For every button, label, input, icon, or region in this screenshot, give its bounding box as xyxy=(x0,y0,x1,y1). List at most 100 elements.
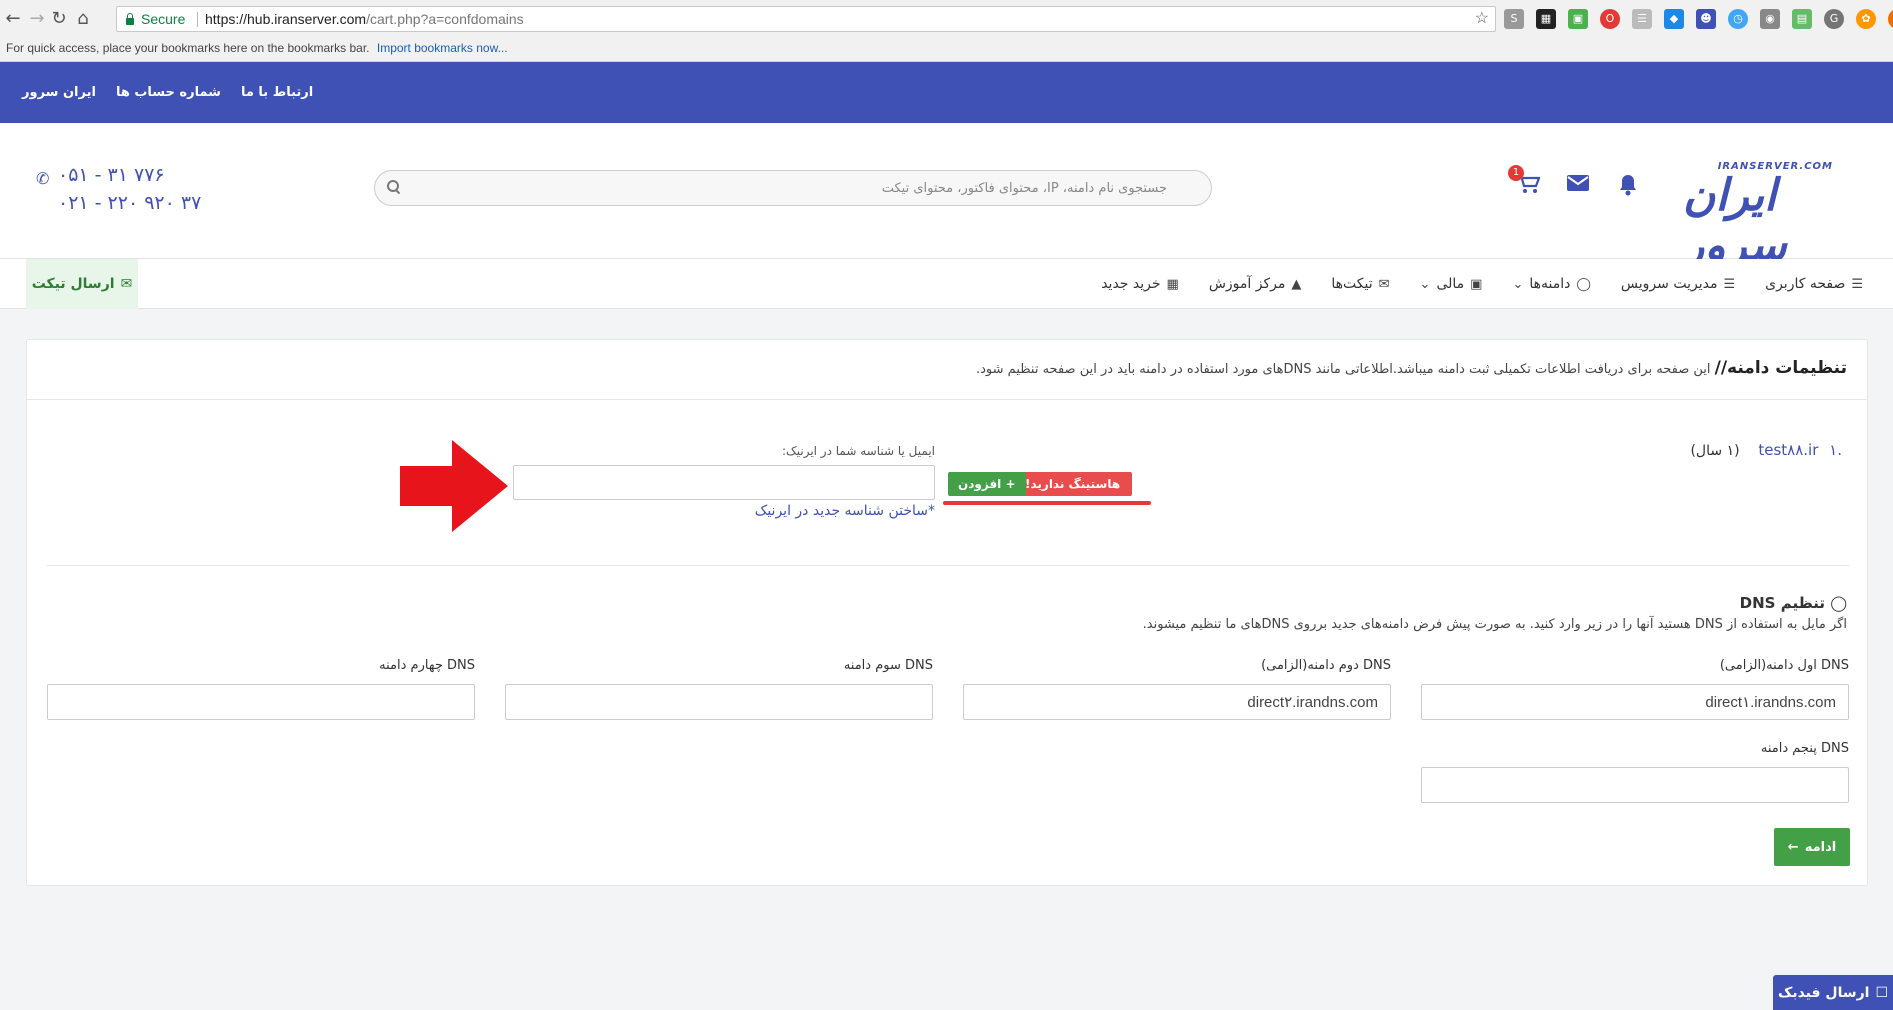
continue-button[interactable]: ادامه ← xyxy=(1774,828,1850,866)
add-hosting-button[interactable]: + افزودن xyxy=(948,472,1026,496)
import-bookmarks-link[interactable]: Import bookmarks now... xyxy=(377,41,508,55)
nav-dashboard[interactable]: ☰ صفحه کاربری xyxy=(1765,276,1863,292)
page-subtitle: این صفحه برای دریافت اطلاعات تکمیلی ثبت … xyxy=(976,362,1715,377)
send-ticket-button[interactable]: ✉ ارسال تیکت xyxy=(26,259,138,309)
nav-dashboard-label: صفحه کاربری xyxy=(1765,276,1846,292)
section-divider xyxy=(47,565,1849,566)
top-link-iranserver[interactable]: ایران سرور xyxy=(22,85,96,100)
home-icon[interactable]: ⌂ xyxy=(72,8,94,30)
url-text: https://hub.iranserver.com/cart.php?a=co… xyxy=(205,7,524,31)
extension-doc-icon[interactable]: ☰ xyxy=(1632,9,1652,29)
send-ticket-label: ارسال تیکت xyxy=(31,276,115,292)
bookmarks-hint: For quick access, place your bookmarks h… xyxy=(6,41,370,55)
dns3-label: DNS سوم دامنه xyxy=(843,658,933,673)
clock-icon[interactable]: ◷ xyxy=(1728,9,1748,29)
domain-period: (۱ سال) xyxy=(1690,443,1740,459)
phone-tehran[interactable]: ۰۲۱ - ۲۲۰ ۹۲۰ ۳۷ xyxy=(58,189,201,217)
top-link-contact[interactable]: ارتباط با ما xyxy=(241,85,313,100)
dns2-input[interactable] xyxy=(963,684,1391,720)
extension-flower-icon[interactable]: ✿ xyxy=(1856,9,1876,29)
extension-icons: S ▦ ▣ O ☰ ◆ ☻ ◷ ◉ ▤ G ✿ ● xyxy=(1504,9,1893,29)
lock-icon xyxy=(125,13,135,25)
nav-education[interactable]: ▲ مرکز آموزش xyxy=(1209,276,1302,292)
dns5-label: DNS پنجم دامنه xyxy=(1760,741,1849,756)
list-icon: ☰ xyxy=(1723,276,1736,292)
nav-new-order[interactable]: ▦ خرید جدید xyxy=(1101,276,1179,292)
url-path: /cart.php?a=confdomains xyxy=(366,11,524,27)
nav-finance-label: مالی xyxy=(1436,276,1465,292)
extension-orange-icon[interactable]: ● xyxy=(1888,9,1893,29)
dns3-input[interactable] xyxy=(505,684,933,720)
feedback-button[interactable]: ☐ ارسال فیدبک xyxy=(1773,975,1893,1010)
extension-g-icon[interactable]: G xyxy=(1824,9,1844,29)
domain-index: .۱ xyxy=(1829,441,1842,459)
extension-s-icon[interactable]: S xyxy=(1504,9,1524,29)
nav-domains[interactable]: ◯ دامنه‌ها ⌄ xyxy=(1512,276,1590,292)
main-navbar: ☰ صفحه کاربری ☰ مدیریت سرویس ◯ دامنه‌ها ⌄ ▣ م… xyxy=(0,259,1893,309)
dns-title-text: تنظیم DNS xyxy=(1739,594,1825,612)
domain-name: test۸۸.ir xyxy=(1758,441,1819,459)
dns4-input[interactable] xyxy=(47,684,475,720)
bookmark-star-icon[interactable]: ☆ xyxy=(1475,7,1489,31)
search-icon[interactable] xyxy=(387,180,401,194)
nav-services-label: مدیریت سرویس xyxy=(1620,276,1718,292)
nav-tickets[interactable]: ✉ تیکت‌ها xyxy=(1331,276,1389,292)
continue-label: ادامه xyxy=(1804,839,1837,855)
nav-education-label: مرکز آموزش xyxy=(1208,276,1286,292)
nav-finance[interactable]: ▣ مالی ⌄ xyxy=(1420,276,1483,292)
chevron-down-icon: ⌄ xyxy=(1419,276,1431,292)
domain-item: .۱ test۸۸.ir (۱ سال) xyxy=(1690,441,1842,459)
top-link-accounts[interactable]: شماره حساب ها xyxy=(116,85,221,100)
page-title: تنظیمات دامنه// xyxy=(1714,358,1847,378)
reload-icon[interactable]: ↻ xyxy=(48,8,70,30)
top-links: ایران سرور شماره حساب ها ارتباط با ما xyxy=(22,62,313,123)
bell-icon[interactable] xyxy=(1614,173,1642,201)
site-logo[interactable]: IRANSERVER.COM ایران سرور xyxy=(1683,161,1863,271)
graduation-cap-icon: ▲ xyxy=(1291,276,1302,292)
url-host: https://hub.iranserver.com xyxy=(205,11,367,27)
dns5-input[interactable] xyxy=(1421,767,1849,803)
arrow-left-icon: ← xyxy=(1787,839,1799,855)
address-bar[interactable]: Secure https://hub.iranserver.com/cart.p… xyxy=(116,6,1496,32)
create-irnic-id-link[interactable]: *ساختن شناسه جدید در ایرنیک xyxy=(511,503,935,519)
dns1-input[interactable] xyxy=(1421,684,1849,720)
cart-badge: 1 xyxy=(1508,165,1524,181)
extension-cube-icon[interactable]: ▣ xyxy=(1568,9,1588,29)
extension-user-icon[interactable]: ☻ xyxy=(1696,9,1716,29)
opera-icon[interactable]: O xyxy=(1600,9,1620,29)
irnic-id-input[interactable] xyxy=(513,465,935,500)
globe-icon: ◯ xyxy=(1830,594,1847,612)
back-icon[interactable]: ← xyxy=(2,8,24,30)
phone-mashhad[interactable]: ۰۵۱ - ۳۱ ۷۷۶ xyxy=(58,161,201,189)
irnic-label: ایمیل یا شناسه شما در ایرنیک: xyxy=(781,444,935,458)
extension-box-icon[interactable]: ▤ xyxy=(1792,9,1812,29)
camera-icon[interactable]: ◉ xyxy=(1760,9,1780,29)
omnibox-separator xyxy=(197,12,198,27)
card-header: تنظیمات دامنه// این صفحه برای دریافت اطل… xyxy=(27,340,1867,400)
bookmarks-bar: For quick access, place your bookmarks h… xyxy=(6,38,508,58)
nav-services[interactable]: ☰ مدیریت سرویس xyxy=(1621,276,1735,292)
dns-section-title: ◯ تنظیم DNS xyxy=(1740,594,1847,612)
extension-grid-icon[interactable]: ▦ xyxy=(1536,9,1556,29)
annotation-underline xyxy=(943,501,1151,505)
no-hosting-button[interactable]: هاستینگ ندارید! xyxy=(1013,472,1133,496)
cart-icon[interactable]: 1 xyxy=(1508,165,1542,201)
mail-icon[interactable] xyxy=(1564,173,1592,201)
bars-icon: ☰ xyxy=(1851,276,1863,292)
forward-icon[interactable]: → xyxy=(26,8,48,30)
chevron-down-icon: ⌄ xyxy=(1512,276,1524,292)
briefcase-icon: ▣ xyxy=(1470,276,1483,292)
dropbox-icon[interactable]: ◆ xyxy=(1664,9,1684,29)
secure-label: Secure xyxy=(141,11,186,27)
nav-tickets-label: تیکت‌ها xyxy=(1331,276,1373,292)
search-input[interactable] xyxy=(427,176,1167,200)
phone-numbers: ✆ ۰۵۱ - ۳۱ ۷۷۶ ۰۲۱ - ۲۲۰ ۹۲۰ ۳۷ xyxy=(36,161,201,217)
phone-icon: ✆ xyxy=(36,169,50,188)
nav-domains-label: دامنه‌ها xyxy=(1529,276,1571,292)
annotation-arrow-icon xyxy=(400,440,508,532)
dns1-label: DNS اول دامنه(الزامی) xyxy=(1719,658,1849,673)
browser-toolbar: ← → ↻ ⌂ Secure https://hub.iranserver.co… xyxy=(0,0,1893,38)
feedback-label: ارسال فیدبک xyxy=(1777,984,1870,1001)
dns-description: اگر مایل به استفاده از DNS هستید آنها را… xyxy=(1142,617,1847,632)
envelope-open-icon: ✉ xyxy=(120,276,133,292)
